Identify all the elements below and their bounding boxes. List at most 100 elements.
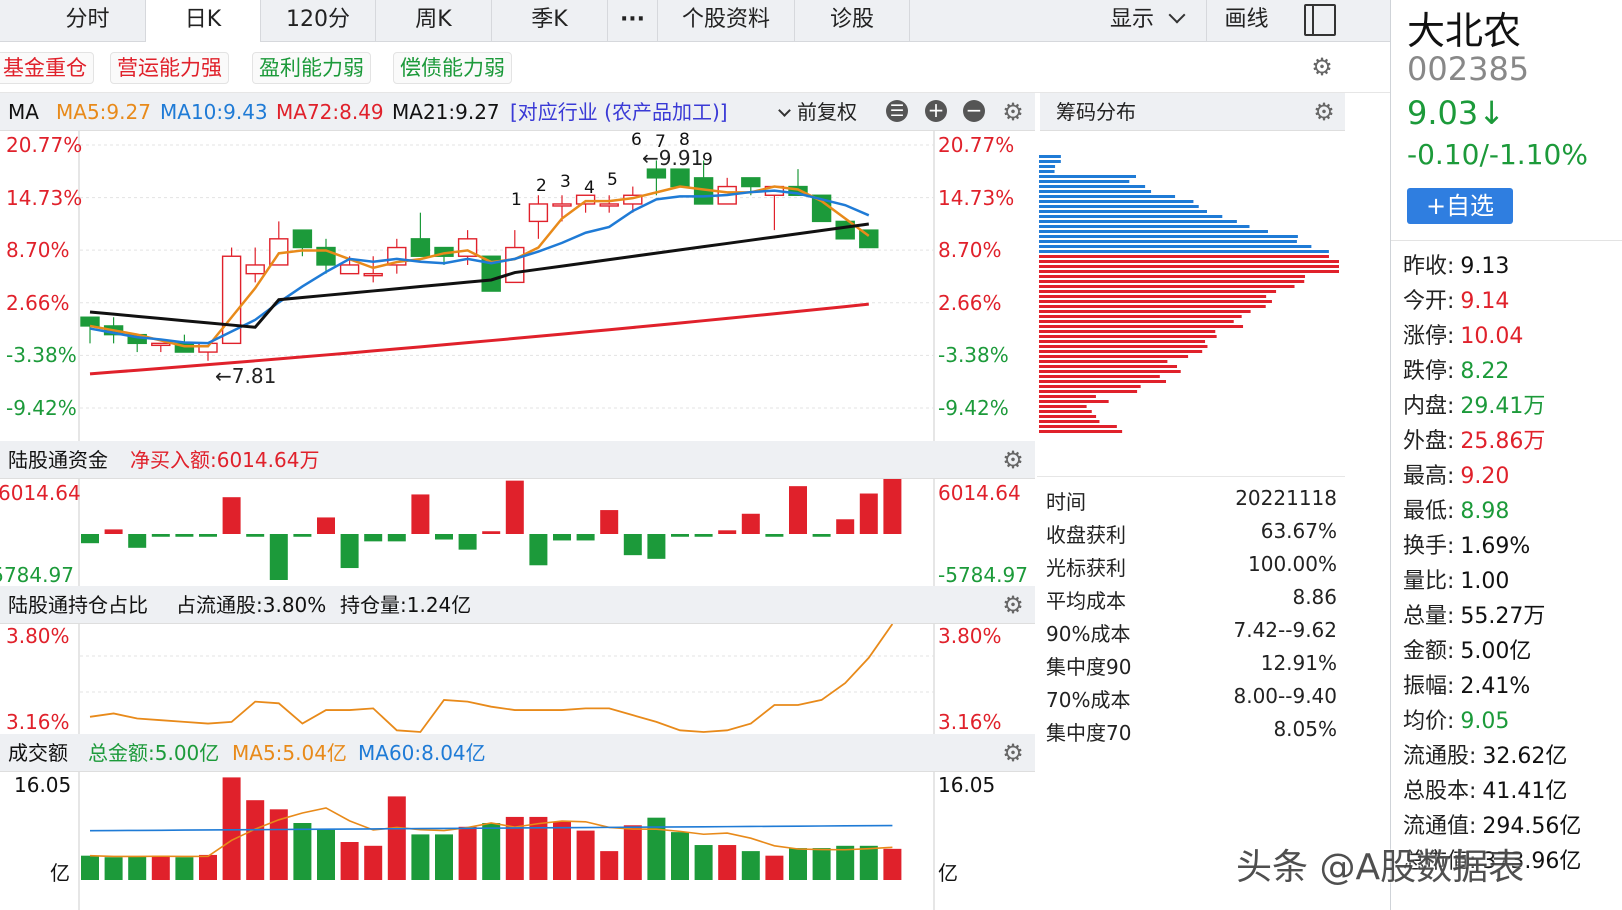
- flow-bar: [105, 529, 123, 534]
- chip-bar: [1039, 420, 1099, 423]
- flow-net: 净买入额:6014.64万: [130, 441, 319, 479]
- holding-ratio-chart: [0, 624, 1040, 734]
- tab-diagnosis[interactable]: 诊股: [795, 0, 910, 42]
- flow-bar: [293, 534, 311, 537]
- layout-toggle-icon[interactable]: [1304, 4, 1336, 36]
- turnover-bar: [246, 800, 264, 880]
- stock-price: 9.03↓: [1407, 94, 1505, 132]
- gear-icon[interactable]: ⚙: [1001, 100, 1025, 124]
- quote-value: 1.69%: [1460, 534, 1530, 559]
- chip-bar: [1039, 275, 1305, 278]
- tab-intraday[interactable]: 分时: [30, 0, 146, 42]
- flow-bar: [482, 531, 500, 534]
- watermark: 头条 @A股数据表: [1236, 838, 1524, 890]
- display-dropdown[interactable]: 显示: [1110, 0, 1183, 42]
- turnover-axis-top-left: 16.05: [14, 773, 71, 797]
- more-tabs-button[interactable]: ···: [608, 0, 658, 42]
- tag-debt-weak[interactable]: 偿债能力弱: [393, 52, 512, 84]
- quote-label: 内盘:: [1403, 394, 1454, 419]
- zoom-out-icon[interactable]: −: [963, 100, 985, 122]
- tag-fund-heavy[interactable]: 基金重仓: [0, 52, 94, 84]
- gear-icon[interactable]: ⚙: [1001, 741, 1025, 765]
- chip-row-value: 8.86: [1180, 585, 1337, 609]
- axis-label-right: 14.73%: [938, 186, 1014, 210]
- tab-daily-k[interactable]: 日K: [146, 0, 261, 42]
- flow-bar: [411, 494, 429, 534]
- tag-operating-strong[interactable]: 营运能力强: [110, 52, 229, 84]
- chip-bar: [1039, 220, 1237, 223]
- quote-value: 5.00亿: [1460, 639, 1531, 664]
- tab-quarter-k[interactable]: 季K: [492, 0, 608, 42]
- chip-bar: [1039, 280, 1304, 283]
- chip-bar: [1039, 180, 1129, 183]
- candle: [742, 178, 760, 187]
- candle-number-mark: 9: [702, 150, 713, 170]
- tab-stock-profile[interactable]: 个股资料: [658, 0, 795, 42]
- ma-header: MA MA5:9.27 MA10:9.43 MA72:8.49 MA21:9.2…: [0, 93, 1035, 131]
- turnover-bar: [152, 856, 170, 880]
- candle: [364, 274, 382, 276]
- turnover-unit-right: 亿: [938, 857, 958, 886]
- gear-icon[interactable]: ⚙: [1310, 55, 1334, 79]
- flow-bar: [647, 534, 665, 559]
- quote-label: 总量:: [1403, 604, 1454, 629]
- turnover-bar: [459, 827, 477, 880]
- quote-row: 昨收: 9.13: [1403, 248, 1509, 280]
- add-watchlist-button[interactable]: +自选: [1407, 188, 1513, 224]
- chip-header: 筹码分布 ⚙: [1040, 93, 1345, 131]
- quote-value: 9.14: [1460, 289, 1509, 314]
- gear-icon[interactable]: ⚙: [1312, 100, 1336, 124]
- quote-row: 均价: 9.05: [1403, 703, 1509, 735]
- chip-bar: [1039, 255, 1329, 258]
- flow-bar: [553, 534, 571, 540]
- chip-bar: [1039, 215, 1222, 218]
- chip-bar: [1039, 310, 1251, 313]
- flow-bar: [270, 534, 288, 580]
- turnover-bar: [695, 845, 713, 880]
- turnover-ma5: MA5:5.04亿: [232, 734, 347, 772]
- gear-icon[interactable]: ⚙: [1001, 448, 1025, 472]
- flow-bar: [765, 534, 783, 537]
- quote-row: 最低: 8.98: [1403, 493, 1509, 525]
- adjust-dropdown[interactable]: 前复权: [780, 93, 857, 131]
- ma72-line: [90, 304, 869, 374]
- turnover-ma60: MA60:8.04亿: [358, 734, 486, 772]
- draw-line-button[interactable]: 画线: [1206, 0, 1286, 42]
- chevron-down-icon: [778, 104, 791, 117]
- quote-value: 25.86万: [1460, 429, 1545, 454]
- turnover-bar: [624, 825, 642, 880]
- turnover-bar: [411, 834, 429, 880]
- chip-bar: [1039, 335, 1217, 338]
- zoom-in-icon[interactable]: +: [925, 100, 947, 122]
- gear-icon[interactable]: ⚙: [1001, 593, 1025, 617]
- quote-row: 总股本: 41.41亿: [1403, 773, 1567, 805]
- tag-profit-weak[interactable]: 盈利能力弱: [252, 52, 371, 84]
- northbound-flow-header: 陆股通资金 净买入额:6014.64万 ⚙: [0, 441, 1035, 479]
- flow-bar: [459, 534, 477, 550]
- chip-bar: [1039, 320, 1234, 323]
- holding-axis-top-right: 3.80%: [938, 624, 1002, 648]
- flow-bar: [695, 534, 713, 537]
- turnover-bar: [81, 856, 99, 880]
- turnover-title: 成交额: [8, 734, 68, 772]
- quote-value: 8.22: [1460, 359, 1509, 384]
- chip-title: 筹码分布: [1056, 93, 1136, 131]
- quote-label: 涨停:: [1403, 324, 1454, 349]
- quote-label: 金额:: [1403, 639, 1454, 664]
- collapse-icon[interactable]: ☰: [886, 100, 908, 122]
- tab-weekly-k[interactable]: 周K: [376, 0, 492, 42]
- candle: [341, 265, 359, 274]
- stock-change: -0.10/-1.10%: [1407, 138, 1588, 171]
- chevron-down-icon: [1169, 7, 1186, 24]
- axis-label-left: -3.38%: [6, 343, 77, 367]
- flow-bar: [860, 494, 878, 534]
- quote-value: 32.62亿: [1482, 744, 1567, 769]
- stock-code: 002385: [1407, 50, 1529, 88]
- quote-value: 294.56亿: [1482, 814, 1581, 839]
- kline-chart[interactable]: [0, 131, 1040, 441]
- industry-link[interactable]: [对应行业 (农产品加工)]: [510, 93, 728, 131]
- quote-value: 8.98: [1460, 499, 1509, 524]
- candle-number-mark: 2: [536, 176, 547, 196]
- tab-120min[interactable]: 120分: [261, 0, 376, 42]
- turnover-bar: [293, 823, 311, 880]
